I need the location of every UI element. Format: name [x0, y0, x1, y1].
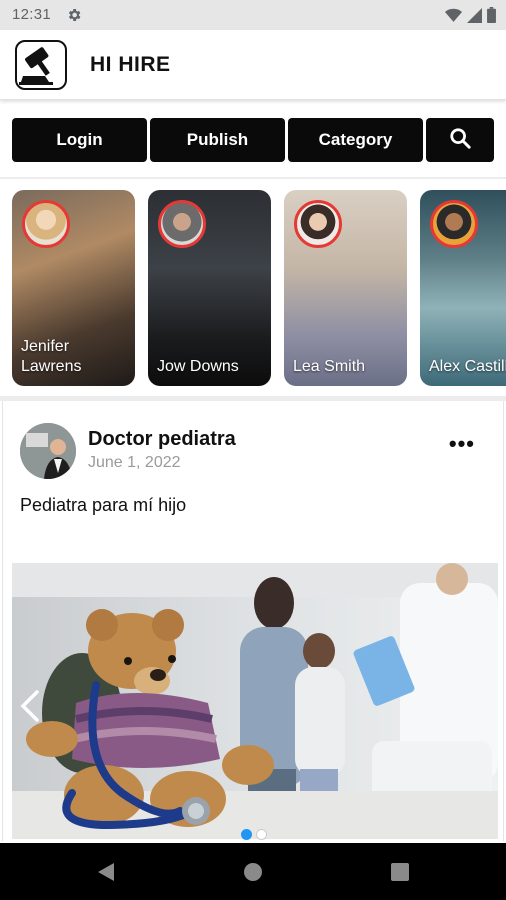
avatar	[22, 200, 70, 248]
story-name: Jenifer Lawrens	[21, 338, 82, 375]
gear-icon	[66, 7, 82, 27]
avatar	[158, 200, 206, 248]
category-button[interactable]: Category	[288, 118, 423, 162]
post-author-avatar[interactable]	[20, 423, 76, 479]
signal-icon	[467, 7, 482, 27]
status-bar: 12:31	[0, 0, 506, 30]
recents-nav-icon[interactable]	[390, 861, 410, 888]
post-date: June 1, 2022	[88, 454, 181, 471]
wifi-icon	[445, 8, 462, 27]
avatar	[430, 200, 478, 248]
back-nav-icon[interactable]	[96, 861, 116, 888]
post-image[interactable]	[12, 563, 498, 839]
carousel-dot-active[interactable]	[241, 829, 252, 840]
navigation-bar	[0, 843, 506, 900]
avatar	[294, 200, 342, 248]
story-name: Jow Downs	[157, 358, 239, 375]
stories-row: Jenifer Lawrens Jow Downs Lea Smith Alex …	[12, 190, 506, 386]
carousel-dot[interactable]	[256, 829, 267, 840]
search-button[interactable]	[426, 118, 494, 162]
app-title: HI HIRE	[90, 53, 171, 76]
login-button[interactable]: Login	[12, 118, 147, 162]
story-card[interactable]: Alex Castillo	[420, 190, 506, 386]
story-card[interactable]: Lea Smith	[284, 190, 407, 386]
story-name: Lea Smith	[293, 358, 366, 375]
carousel-indicator	[241, 829, 267, 840]
more-horizontal-icon[interactable]: •••	[449, 431, 475, 457]
story-name: Alex Castillo	[429, 358, 506, 375]
post-author-name[interactable]: Doctor pediatra	[88, 428, 236, 451]
status-icons	[445, 7, 496, 27]
chevron-left-icon[interactable]	[17, 689, 41, 728]
search-icon	[449, 127, 471, 154]
status-time: 12:31	[12, 6, 52, 23]
post-text: Pediatra para mí hijo	[20, 495, 187, 515]
action-buttons: Login Publish Category	[12, 118, 494, 162]
publish-button[interactable]: Publish	[150, 118, 285, 162]
gavel-logo	[15, 40, 67, 90]
home-nav-icon[interactable]	[243, 861, 263, 888]
battery-icon	[487, 7, 496, 27]
story-card[interactable]: Jow Downs	[148, 190, 271, 386]
divider	[0, 177, 506, 179]
post-card: Doctor pediatra June 1, 2022 ••• Pediatr…	[2, 401, 504, 841]
screen: 12:31 HI HIRE Login Publish Category Jen…	[0, 0, 506, 900]
story-card[interactable]: Jenifer Lawrens	[12, 190, 135, 386]
app-bar: HI HIRE	[0, 30, 506, 100]
